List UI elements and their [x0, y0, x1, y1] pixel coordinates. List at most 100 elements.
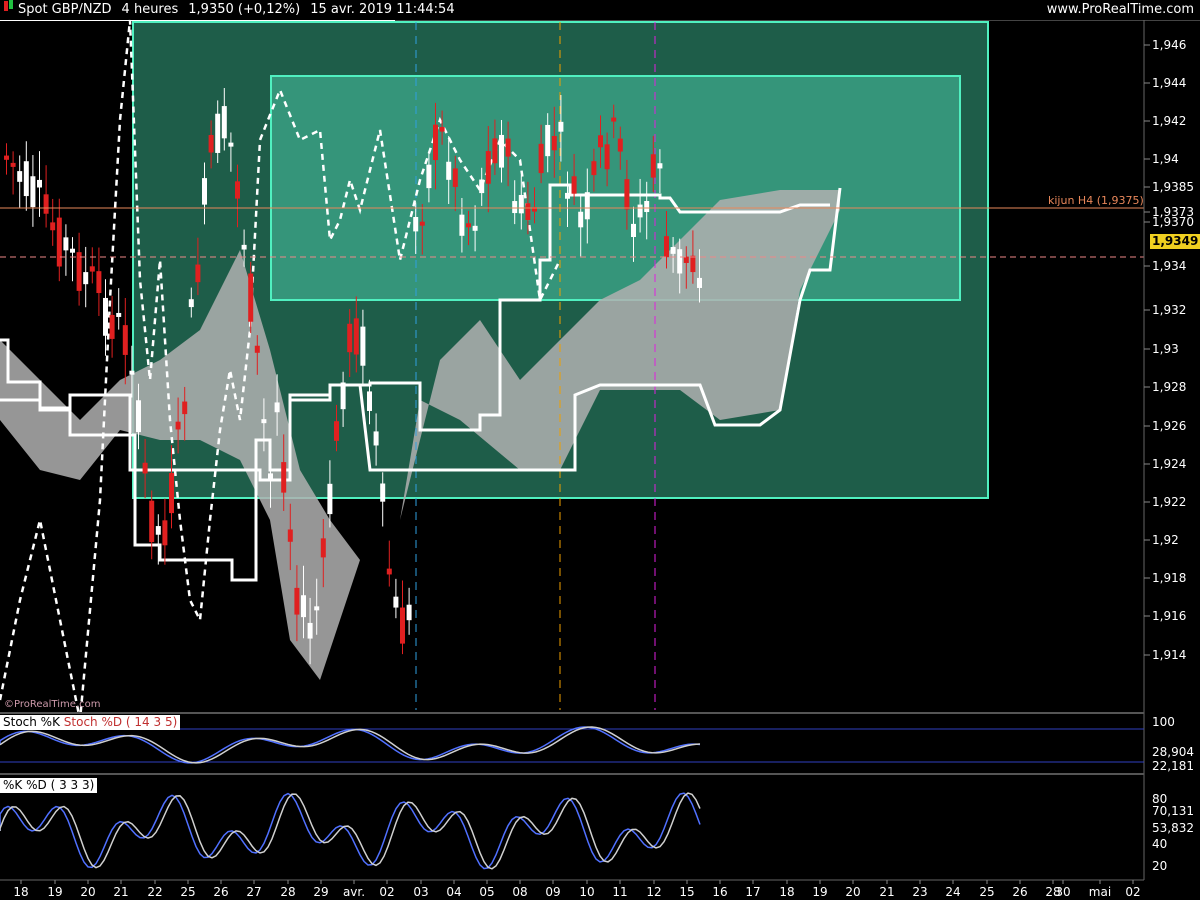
candle [4, 155, 9, 160]
candle [380, 483, 386, 502]
stoch1-tick: 28,904 [1152, 745, 1194, 759]
candle [37, 179, 42, 188]
price-tick: 1,934 [1152, 259, 1186, 273]
price-tick: 1,932 [1152, 303, 1186, 317]
date-tick: 30 [1055, 885, 1070, 899]
stoch1-d-label: Stoch %D ( 14 3 5) [63, 715, 178, 729]
candle [367, 391, 372, 411]
candle [650, 154, 656, 178]
candle [301, 595, 306, 618]
price-tick: 1,914 [1152, 648, 1186, 662]
stoch2-tick: 40 [1152, 837, 1167, 851]
date-tick: 18 [13, 885, 28, 899]
date-tick: 03 [413, 885, 428, 899]
date-tick: 27 [246, 885, 261, 899]
candle [195, 264, 201, 283]
candle [565, 192, 570, 199]
price-tick: 1,9385 [1152, 180, 1194, 194]
date-tick: 18 [779, 885, 794, 899]
date-tick: 04 [446, 885, 461, 899]
price-tick: 1,922 [1152, 495, 1186, 509]
date-tick: mai [1089, 885, 1111, 899]
date-tick: 23 [912, 885, 927, 899]
candle [208, 134, 214, 153]
candle [551, 135, 557, 151]
candle [63, 237, 69, 251]
candle [142, 462, 148, 474]
candle [611, 117, 617, 122]
candle [360, 326, 366, 366]
candle [518, 194, 524, 214]
date-tick: 20 [80, 885, 95, 899]
candle [334, 421, 339, 441]
price-tick: 1,924 [1152, 457, 1186, 471]
candle [182, 401, 188, 415]
copyright: ©ProRealTime.com [4, 699, 101, 710]
candle [340, 382, 346, 410]
candle [485, 151, 491, 184]
date-tick: 02 [1125, 885, 1140, 899]
price-tick: 1,928 [1152, 380, 1186, 394]
date-tick: 17 [745, 885, 760, 899]
date-tick: 12 [646, 885, 661, 899]
candle [690, 255, 696, 273]
candle [505, 138, 511, 157]
candle [637, 204, 643, 218]
candle [525, 203, 531, 220]
candle [452, 168, 458, 187]
candle [413, 216, 419, 232]
candle [56, 217, 62, 267]
candle [287, 529, 293, 542]
candle [571, 176, 577, 194]
candle [169, 473, 174, 514]
date-tick: 26 [213, 885, 228, 899]
candle [512, 201, 518, 214]
date-tick: 15 [679, 885, 694, 899]
zone-inner [270, 75, 961, 301]
candle [393, 596, 399, 608]
candle [624, 179, 630, 210]
date-tick: 28 [280, 885, 295, 899]
candle [578, 211, 584, 228]
candle [241, 244, 247, 250]
kijun-label: kijun H4 (1,9375) [1048, 194, 1144, 207]
price-tick: 1,9370 [1152, 215, 1194, 229]
date-tick: 26 [1012, 885, 1027, 899]
candle [386, 568, 392, 575]
candle [254, 345, 260, 353]
candle [353, 318, 359, 355]
date-tick: 24 [945, 885, 960, 899]
candle [677, 249, 683, 274]
candle [109, 314, 115, 339]
candle [294, 587, 300, 615]
candle [584, 192, 590, 220]
price-tick: 1,926 [1152, 419, 1186, 433]
candle [664, 236, 669, 258]
candle [400, 607, 405, 644]
candle [307, 622, 313, 639]
date-tick: 10 [579, 885, 594, 899]
date-tick: 21 [113, 885, 128, 899]
candle [129, 370, 135, 375]
date-tick: 20 [845, 885, 860, 899]
date-tick: 22 [147, 885, 162, 899]
candle [406, 604, 412, 621]
candle [17, 171, 23, 182]
stoch2-d-label: %D ( 3 3 3) [26, 778, 95, 792]
candle [545, 124, 551, 157]
candle [558, 121, 564, 132]
candle [30, 176, 36, 208]
candle [617, 138, 623, 152]
candle [472, 225, 478, 231]
candle [221, 106, 227, 139]
price-tick: 1,94 [1152, 152, 1179, 166]
price-tick: 1,946 [1152, 38, 1186, 52]
candle [215, 113, 221, 153]
candle [419, 221, 425, 226]
price-chart[interactable]: 1,9461,9441,9421,941,93851,93731,93701,9… [0, 0, 1200, 900]
stoch1-tick: 100 [1152, 715, 1175, 729]
date-tick: 19 [812, 885, 827, 899]
date-tick: 09 [545, 885, 560, 899]
stoch2-tick: 53,832 [1152, 821, 1194, 835]
price-tick: 1,942 [1152, 114, 1186, 128]
